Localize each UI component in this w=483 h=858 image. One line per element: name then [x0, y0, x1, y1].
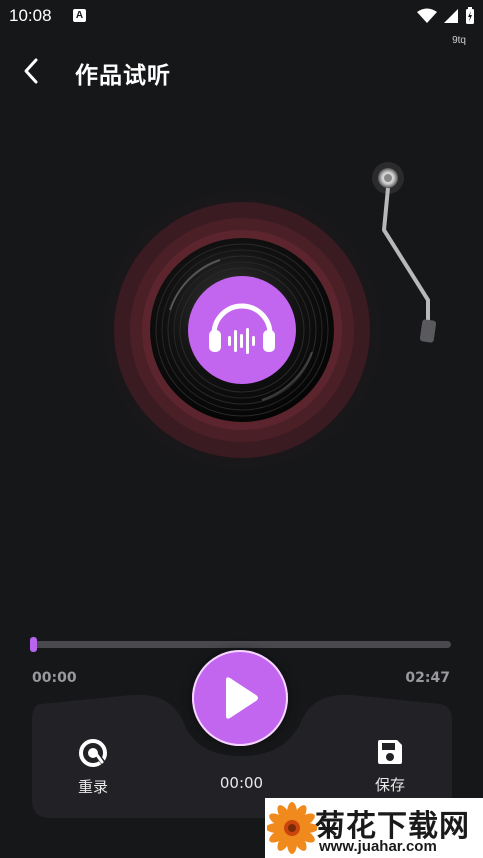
turntable	[0, 120, 483, 520]
watermark-url: www.juahar.com	[319, 838, 437, 855]
carrier-label: 9tq	[452, 35, 466, 46]
wifi-icon	[417, 8, 437, 23]
save-icon	[378, 740, 402, 764]
flower-logo-icon	[267, 802, 317, 854]
headphones-icon	[209, 303, 275, 354]
save-label: 保存	[374, 776, 405, 794]
status-bar: 10:08 A 9tq	[0, 0, 483, 46]
current-time: 00:00	[32, 670, 77, 686]
progress-thumb[interactable]	[30, 637, 37, 652]
total-time: 02:47	[405, 670, 450, 686]
chevron-left-icon	[24, 58, 38, 84]
play-icon	[226, 677, 258, 719]
notification-badge: A	[73, 9, 86, 22]
status-time: 10:08	[9, 6, 52, 25]
progress-track	[30, 641, 451, 648]
back-button[interactable]	[14, 54, 48, 88]
signal-icon	[444, 9, 458, 23]
app-header: 作品试听	[0, 50, 483, 94]
save-button[interactable]: 保存	[367, 738, 413, 795]
page-title: 作品试听	[75, 63, 171, 89]
system-icons	[417, 6, 475, 26]
play-button[interactable]	[192, 650, 288, 746]
rerecord-icon	[79, 739, 107, 767]
watermark-banner: 菊花下载网 www.juahar.com	[265, 798, 483, 858]
battery-charging-icon	[466, 7, 474, 24]
